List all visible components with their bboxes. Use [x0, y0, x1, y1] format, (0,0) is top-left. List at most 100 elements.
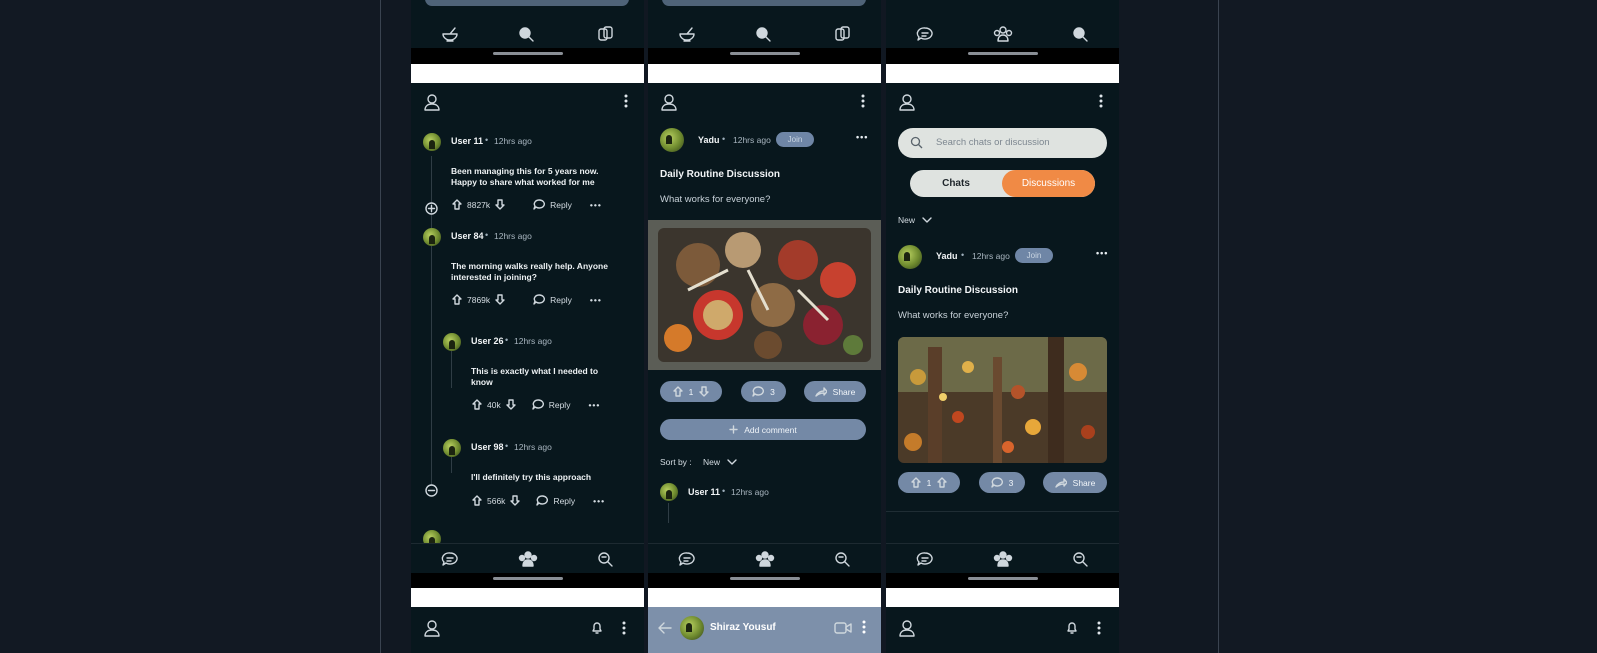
avatar[interactable] [423, 133, 441, 151]
bottom-nav-bar [886, 543, 1119, 573]
comments-button[interactable]: 3 [741, 381, 786, 402]
kebab-menu-icon[interactable] [861, 94, 865, 108]
post-username[interactable]: Yadu [698, 135, 720, 145]
post-username[interactable]: Yadu [936, 251, 958, 261]
chat-contact-name[interactable]: Shiraz Yousuf [710, 622, 776, 633]
chats-icon[interactable] [441, 551, 459, 567]
avatar[interactable] [660, 483, 678, 501]
join-button[interactable]: Join [1015, 248, 1053, 263]
upvote-outline-icon[interactable] [937, 477, 948, 488]
bell-icon[interactable] [1066, 621, 1078, 634]
post-subtitle: What works for everyone? [660, 194, 771, 205]
community-icon[interactable] [993, 550, 1013, 567]
chats-icon[interactable] [678, 551, 696, 567]
kebab-menu-icon[interactable] [1097, 621, 1101, 635]
share-button[interactable]: Share [1043, 472, 1107, 493]
chats-icon[interactable] [916, 551, 934, 567]
user-icon[interactable] [424, 94, 440, 111]
downvote-icon[interactable] [510, 495, 521, 506]
user-icon[interactable] [899, 94, 915, 111]
more-options-button[interactable]: ••• [1096, 248, 1108, 258]
upvote-icon[interactable] [672, 386, 683, 397]
kebab-menu-icon[interactable] [1099, 94, 1103, 108]
expand-thread-icon[interactable] [425, 202, 438, 215]
vote-count: 8827k [467, 199, 491, 210]
more-options-button[interactable]: ••• [593, 496, 605, 506]
search-icon[interactable] [1072, 26, 1090, 42]
avatar[interactable] [443, 439, 461, 457]
kebab-menu-icon[interactable] [862, 620, 866, 634]
comments-button[interactable]: 3 [979, 472, 1025, 493]
community-icon[interactable] [518, 550, 538, 567]
search-food-icon[interactable] [755, 26, 773, 42]
bowl-icon[interactable] [441, 26, 459, 42]
back-arrow-icon[interactable] [658, 622, 672, 634]
community-icon[interactable] [993, 26, 1013, 42]
search-food-icon[interactable] [518, 26, 536, 42]
search-icon[interactable] [1072, 551, 1090, 567]
kebab-menu-icon[interactable] [624, 94, 628, 108]
downvote-icon[interactable] [495, 294, 505, 305]
top-nav-bar [886, 20, 1119, 48]
avatar[interactable] [423, 228, 441, 246]
screen-discussions-list: Search chats or discussion Chats Discuss… [886, 0, 1119, 653]
reply-button[interactable]: Reply [533, 199, 572, 210]
avatar[interactable] [898, 245, 922, 269]
food-photo[interactable] [648, 220, 881, 370]
user-icon[interactable] [661, 94, 677, 111]
avatar[interactable] [680, 616, 704, 640]
more-options-button[interactable]: ••• [856, 132, 868, 142]
downvote-icon[interactable] [699, 386, 710, 397]
community-icon[interactable] [755, 550, 775, 567]
video-call-icon[interactable] [834, 622, 852, 634]
search-icon[interactable] [834, 551, 852, 567]
divider [886, 511, 1119, 512]
vote-button[interactable]: 1 [660, 381, 722, 402]
comment-username[interactable]: User 98 [471, 442, 504, 452]
reply-button[interactable]: Reply [533, 294, 572, 305]
separator-dot: • [722, 134, 726, 144]
separator-dot: • [505, 335, 509, 345]
more-options-button[interactable]: ••• [590, 295, 602, 305]
user-icon[interactable] [424, 620, 440, 637]
join-button[interactable]: Join [776, 132, 814, 147]
top-nav-bar [648, 20, 881, 48]
reply-button[interactable]: Reply [536, 495, 575, 506]
downvote-icon[interactable] [506, 399, 516, 410]
chats-icon[interactable] [916, 26, 934, 42]
add-comment-button[interactable]: Add comment [660, 419, 866, 440]
downvote-icon[interactable] [495, 199, 505, 210]
avatar[interactable] [660, 128, 684, 152]
user-icon[interactable] [899, 620, 915, 637]
upvote-icon[interactable] [472, 495, 482, 506]
upvote-icon[interactable] [452, 199, 462, 210]
bowl-icon[interactable] [678, 26, 696, 42]
comment-username[interactable]: User 84 [451, 231, 484, 241]
collapse-thread-icon[interactable] [425, 484, 438, 497]
upvote-icon[interactable] [452, 294, 462, 305]
cards-icon[interactable] [833, 26, 851, 42]
kebab-menu-icon[interactable] [622, 621, 626, 635]
tab-discussions[interactable]: Discussions [1002, 170, 1095, 197]
search-input[interactable]: Search chats or discussion [898, 128, 1107, 158]
more-options-button[interactable]: ••• [590, 200, 602, 210]
comment-username[interactable]: User 11 [688, 487, 720, 497]
tab-chats[interactable]: Chats [910, 170, 1002, 197]
more-options-button[interactable]: ••• [588, 400, 600, 410]
vote-button[interactable]: 1 [898, 472, 960, 493]
filter-dropdown[interactable]: New [898, 215, 932, 225]
next-screen-fragment [886, 607, 1119, 653]
comment-username[interactable]: User 26 [471, 336, 504, 346]
share-button[interactable]: Share [804, 381, 866, 402]
sort-dropdown[interactable]: New [703, 457, 737, 467]
post-detail-screen: Yadu • 12hrs ago Join ••• Daily Routine … [648, 83, 881, 543]
avatar[interactable] [443, 333, 461, 351]
reply-button[interactable]: Reply [532, 399, 570, 410]
search-icon[interactable] [597, 551, 615, 567]
cards-icon[interactable] [596, 26, 614, 42]
upvote-icon[interactable] [472, 399, 482, 410]
bell-icon[interactable] [591, 621, 603, 634]
upvote-icon[interactable] [910, 477, 921, 488]
comment-username[interactable]: User 11 [451, 136, 483, 146]
autumn-photo[interactable] [898, 337, 1107, 463]
